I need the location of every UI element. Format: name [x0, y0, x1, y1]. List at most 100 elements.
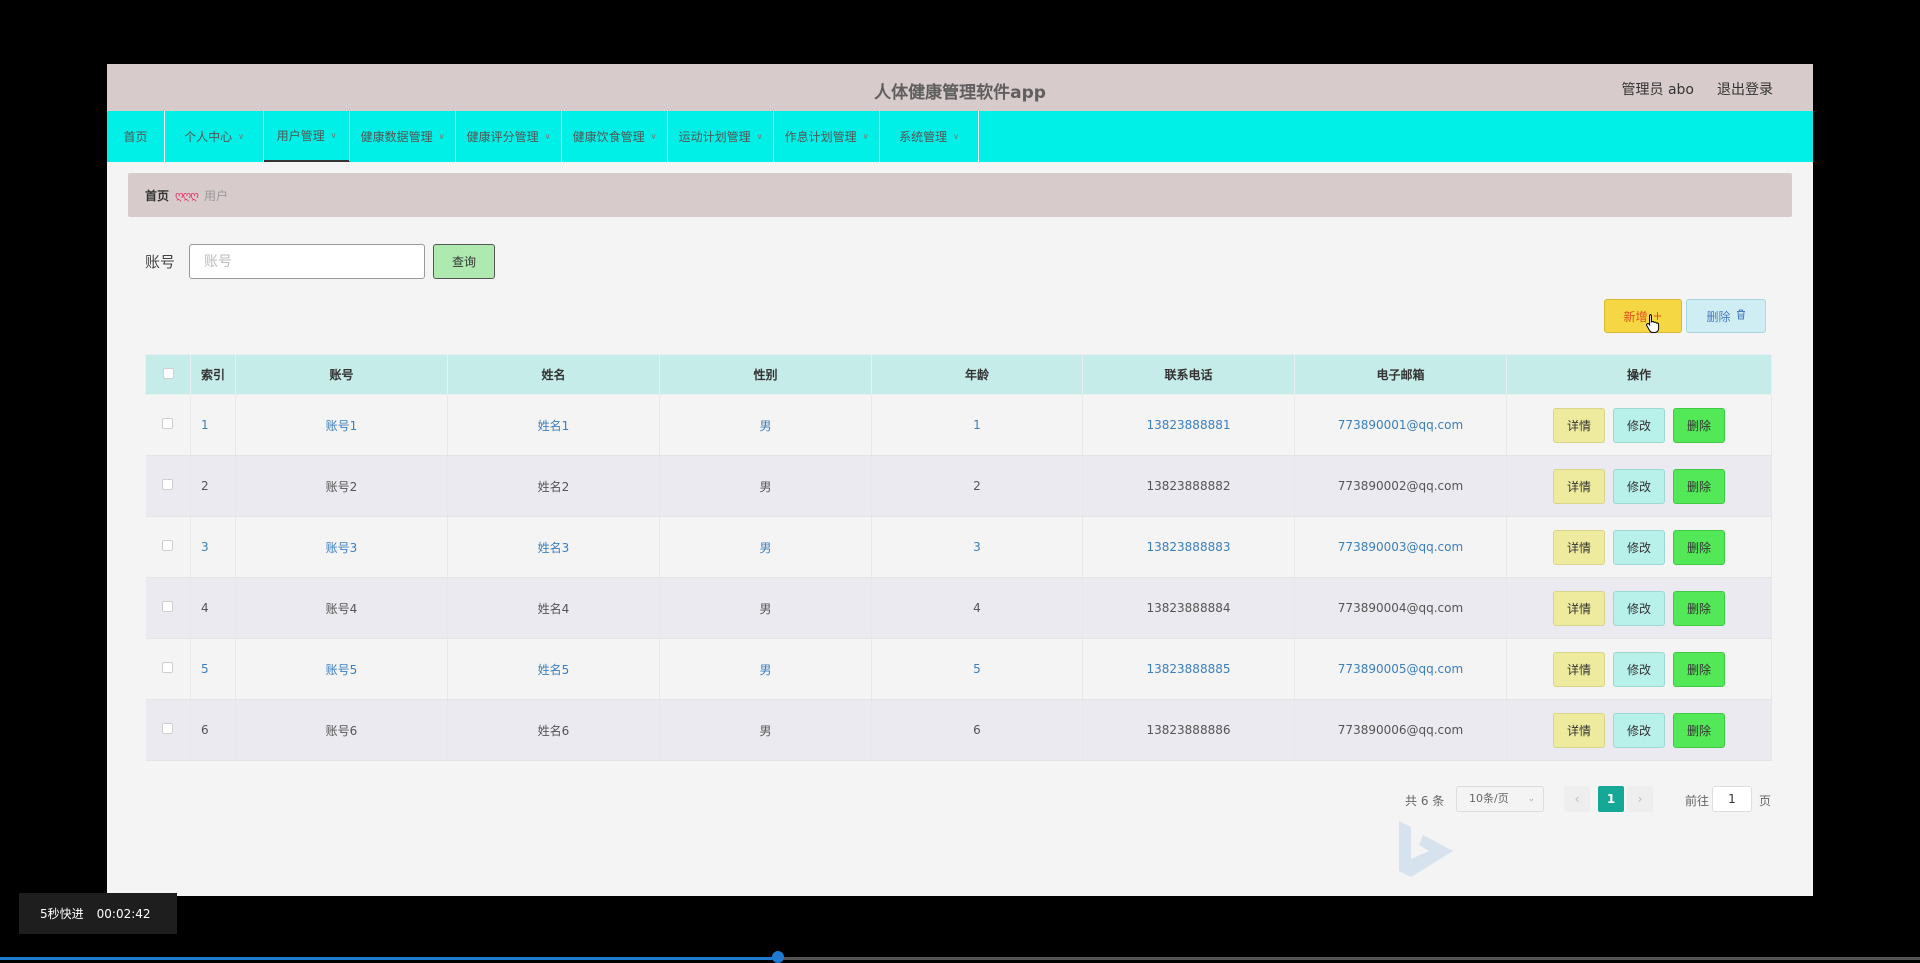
video-progress-knob[interactable] — [771, 951, 784, 963]
nav-item-0[interactable]: 首页 — [107, 111, 165, 162]
goto-page-input[interactable] — [1712, 786, 1752, 812]
row-checkbox-cell[interactable] — [145, 638, 191, 700]
cell-actions: 详情 修改 删除 — [1506, 516, 1772, 578]
row-checkbox-cell[interactable] — [145, 516, 191, 578]
table-row[interactable]: 3 账号3 姓名3 男 3 13823888883 773890003@qq.com 详情 修改… — [145, 516, 1772, 578]
select-all-checkbox-cell[interactable] — [145, 354, 191, 395]
nav-item-label: 作息计划管理 — [784, 130, 857, 144]
cell-name: 姓名5 — [447, 638, 660, 700]
page-size-value: 10条/页 — [1469, 792, 1509, 805]
column-header-account: 账号 — [235, 354, 448, 395]
page-size-select[interactable]: 10条/页 ⌄ — [1456, 786, 1544, 812]
query-button[interactable]: 查询 — [433, 244, 495, 279]
delete-button[interactable]: 删除 — [1673, 651, 1725, 687]
detail-button[interactable]: 详情 — [1553, 529, 1605, 565]
batch-delete-button[interactable]: 删除 — [1686, 299, 1766, 333]
detail-button[interactable]: 详情 — [1553, 590, 1605, 626]
nav-item-2[interactable]: 用户管理 ∨ — [264, 111, 350, 162]
fast-forward-label[interactable]: 5秒快进 — [40, 905, 84, 922]
delete-button[interactable]: 删除 — [1673, 590, 1725, 626]
watermark-logo-icon — [1399, 821, 1453, 877]
delete-button[interactable]: 删除 — [1673, 529, 1725, 565]
detail-button[interactable]: 详情 — [1553, 712, 1605, 748]
chevron-down-icon: ∨ — [756, 132, 763, 141]
breadcrumb-separator: ღღღ — [175, 188, 199, 202]
nav-item-6[interactable]: 运动计划管理 ∨ — [668, 111, 774, 162]
breadcrumb: 首页 ღღღ 用户 — [128, 173, 1792, 217]
delete-button[interactable]: 删除 — [1673, 407, 1725, 443]
add-button[interactable]: 新增 + — [1604, 299, 1682, 333]
cell-age: 5 — [871, 638, 1083, 700]
delete-button[interactable]: 删除 — [1673, 468, 1725, 504]
page-number-current[interactable]: 1 — [1598, 786, 1624, 812]
nav-item-7[interactable]: 作息计划管理 ∨ — [774, 111, 880, 162]
nav-item-8[interactable]: 系统管理 ∨ — [880, 111, 979, 162]
batch-delete-label: 删除 — [1706, 309, 1731, 324]
edit-button[interactable]: 修改 — [1613, 468, 1665, 504]
row-checkbox[interactable] — [162, 662, 174, 673]
edit-button[interactable]: 修改 — [1613, 712, 1665, 748]
cell-name: 姓名6 — [447, 699, 660, 761]
search-input[interactable] — [189, 244, 425, 279]
detail-button[interactable]: 详情 — [1553, 407, 1605, 443]
edit-button[interactable]: 修改 — [1613, 651, 1665, 687]
breadcrumb-current: 用户 — [203, 188, 228, 203]
edit-button[interactable]: 修改 — [1613, 407, 1665, 443]
nav-item-label: 健康饮食管理 — [572, 130, 645, 144]
player-time-overlay: 5秒快进 00:02:42 — [19, 893, 177, 934]
row-checkbox[interactable] — [162, 479, 174, 490]
cell-actions: 详情 修改 删除 — [1506, 699, 1772, 761]
cell-phone: 13823888882 — [1082, 455, 1295, 517]
cell-age: 3 — [871, 516, 1083, 578]
goto-label: 前往 — [1685, 794, 1710, 808]
next-page-button[interactable]: › — [1627, 786, 1653, 812]
nav-item-1[interactable]: 个人中心 ∨ — [165, 111, 264, 162]
cell-email: 773890005@qq.com — [1294, 638, 1507, 700]
edit-button[interactable]: 修改 — [1613, 529, 1665, 565]
column-header-gender: 性别 — [659, 354, 872, 395]
table-row[interactable]: 6 账号6 姓名6 男 6 13823888886 773890006@qq.com 详情 修改… — [145, 699, 1772, 761]
row-checkbox-cell[interactable] — [145, 699, 191, 761]
row-checkbox-cell[interactable] — [145, 455, 191, 517]
breadcrumb-home[interactable]: 首页 — [145, 187, 169, 204]
prev-page-button[interactable]: ‹ — [1564, 786, 1590, 812]
row-checkbox[interactable] — [162, 601, 174, 612]
detail-button[interactable]: 详情 — [1553, 651, 1605, 687]
logout-button[interactable]: 退出登录 — [1717, 79, 1773, 99]
admin-user-label: 管理员 abo — [1621, 82, 1694, 98]
chevron-down-icon: ∨ — [650, 132, 657, 141]
table-row[interactable]: 4 账号4 姓名4 男 4 13823888884 773890004@qq.com 详情 修改… — [145, 577, 1772, 639]
cell-account: 账号3 — [235, 516, 448, 578]
row-checkbox[interactable] — [162, 540, 174, 551]
cell-email: 773890001@qq.com — [1294, 394, 1507, 456]
delete-button[interactable]: 删除 — [1673, 712, 1725, 748]
app-title: 人体健康管理软件app — [874, 83, 1046, 103]
cell-actions: 详情 修改 删除 — [1506, 577, 1772, 639]
table-row[interactable]: 5 账号5 姓名5 男 5 13823888885 773890005@qq.com 详情 修改… — [145, 638, 1772, 700]
row-checkbox[interactable] — [162, 418, 174, 429]
search-label: 账号 — [145, 253, 176, 271]
content-panel: 账号 查询 新增 + 删除 索引 账号 姓名 性别 年龄 — [128, 224, 1792, 814]
nav-item-5[interactable]: 健康饮食管理 ∨ — [562, 111, 668, 162]
row-checkbox-cell[interactable] — [145, 394, 191, 456]
row-checkbox[interactable] — [162, 723, 174, 734]
cell-age: 1 — [871, 394, 1083, 456]
column-header-name: 姓名 — [447, 354, 660, 395]
pagination-total: 共 6 条 — [1405, 794, 1445, 808]
chevron-down-icon: ∨ — [238, 132, 244, 141]
cell-gender: 男 — [659, 699, 872, 761]
select-all-checkbox[interactable] — [162, 367, 174, 379]
detail-button[interactable]: 详情 — [1553, 468, 1605, 504]
edit-button[interactable]: 修改 — [1613, 590, 1665, 626]
cell-index: 6 — [190, 699, 236, 761]
cell-age: 6 — [871, 699, 1083, 761]
row-checkbox-cell[interactable] — [145, 577, 191, 639]
table-row[interactable]: 2 账号2 姓名2 男 2 13823888882 773890002@qq.com 详情 修改… — [145, 455, 1772, 517]
nav-item-4[interactable]: 健康评分管理 ∨ — [456, 111, 562, 162]
cell-index: 2 — [190, 455, 236, 517]
nav-item-label: 运动计划管理 — [678, 130, 751, 144]
nav-item-3[interactable]: 健康数据管理 ∨ — [350, 111, 456, 162]
chevron-down-icon: ∨ — [330, 131, 337, 140]
cell-name: 姓名4 — [447, 577, 660, 639]
table-row[interactable]: 1 账号1 姓名1 男 1 13823888881 773890001@qq.com 详情 修改… — [145, 394, 1772, 456]
